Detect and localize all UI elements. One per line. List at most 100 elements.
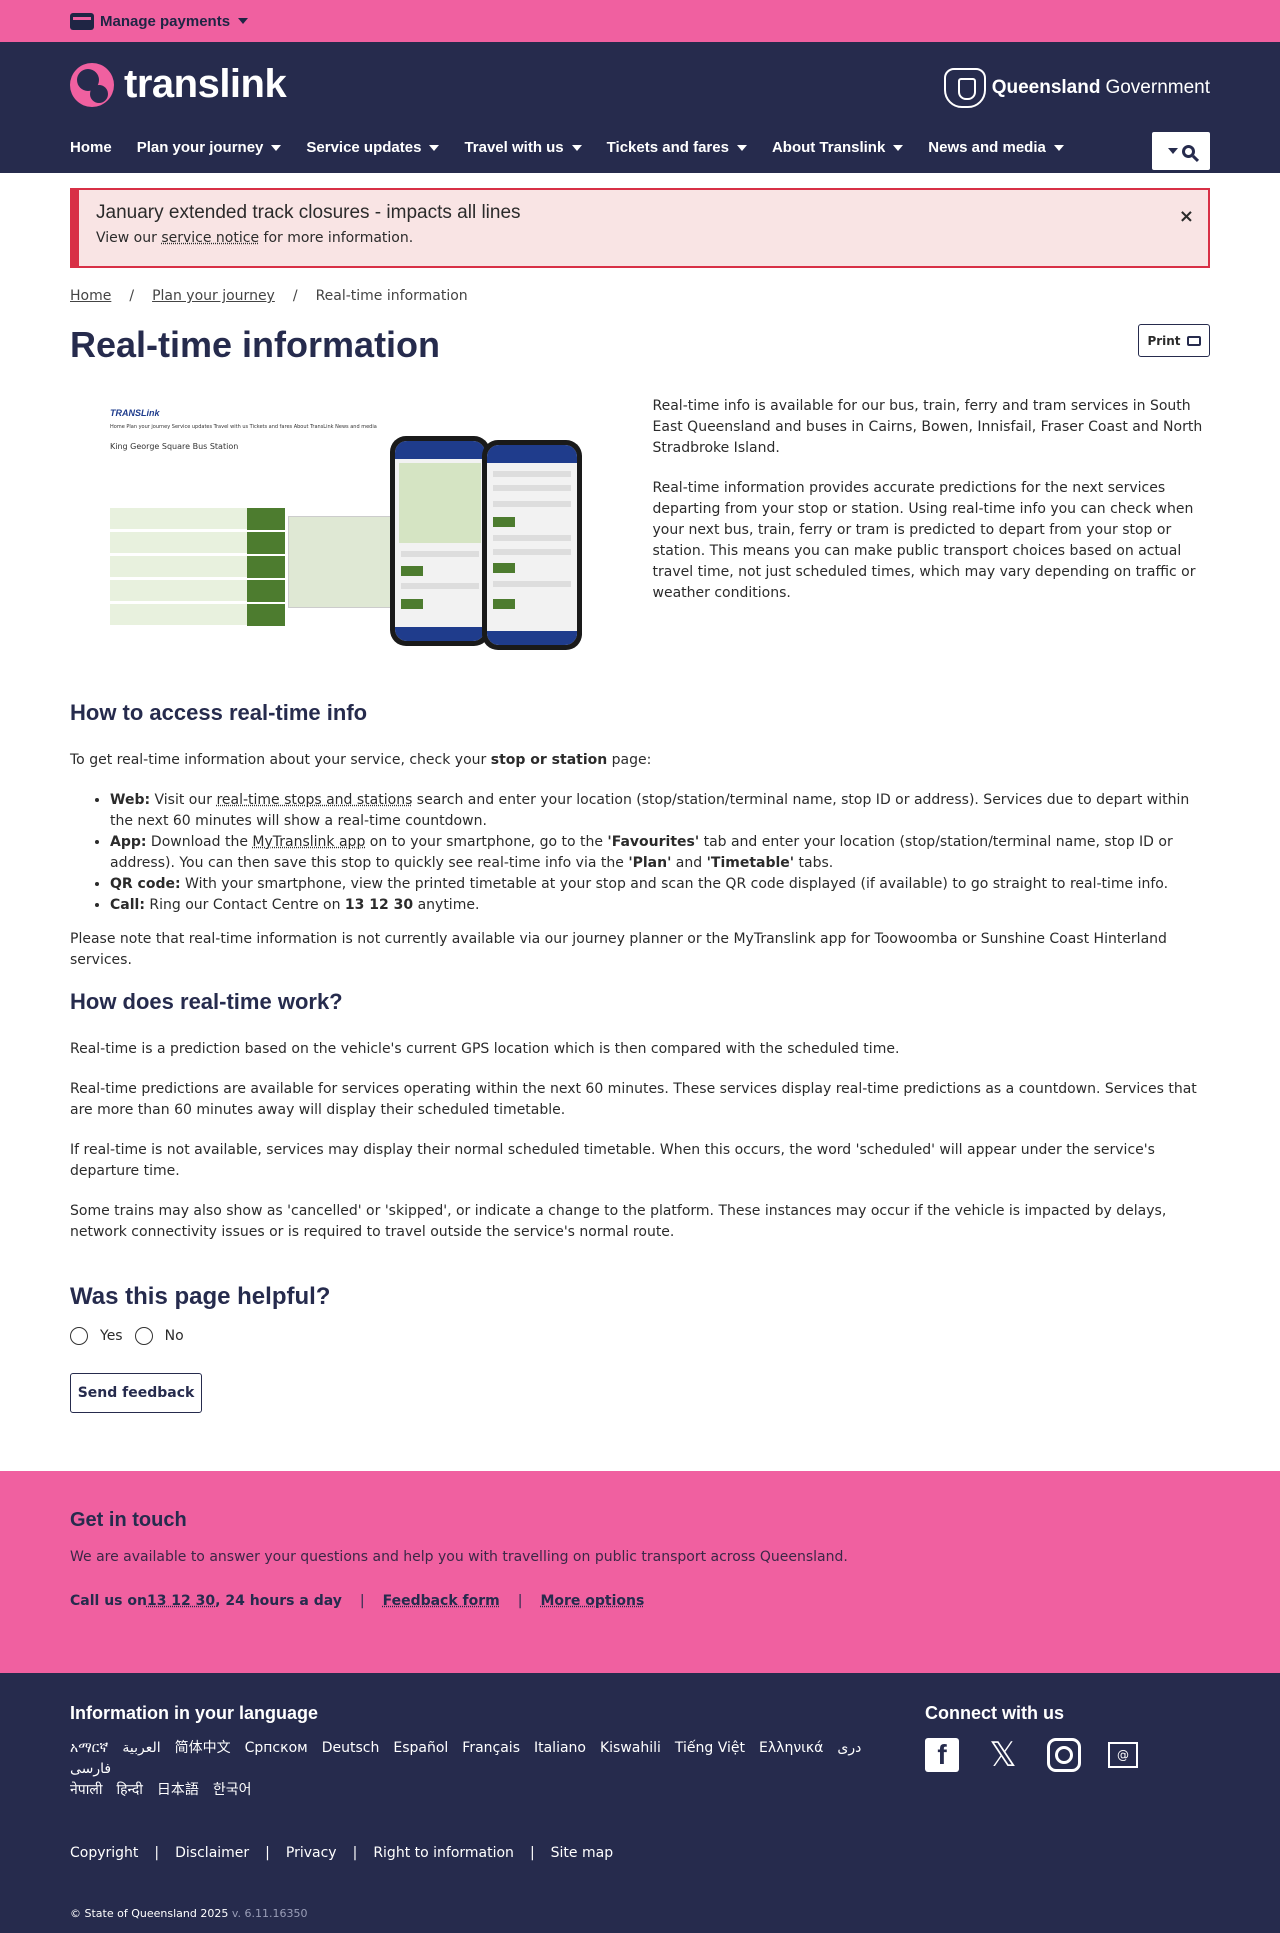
text: With your smartphone, view the printed t… [181, 876, 1168, 892]
print-button[interactable]: Print [1138, 324, 1210, 357]
intro-text: Real-time info is available for our bus,… [653, 396, 1210, 652]
phone-line [493, 535, 571, 541]
language-link[interactable]: Kiswahili [600, 1738, 661, 1759]
language-link[interactable]: Deutsch [322, 1738, 380, 1759]
language-link[interactable]: 日本語 [157, 1780, 199, 1801]
breadcrumb-current: Real-time information [316, 288, 468, 304]
language-link[interactable]: Italiano [534, 1738, 586, 1759]
copyright-line: © State of Queensland 2025 v. 6.11.16350 [70, 1907, 1210, 1920]
get-in-touch-heading: Get in touch [70, 1509, 1210, 1532]
list-item-web: Web: Visit our real-time stops and stati… [110, 790, 1210, 832]
language-link[interactable]: فارسی [70, 1759, 111, 1780]
send-feedback-button[interactable]: Send feedback [70, 1373, 202, 1413]
preview-row [110, 508, 285, 530]
preview-nav: Home Plan your journey Service updates T… [110, 424, 410, 430]
feedback-form-link[interactable]: Feedback form [383, 1593, 500, 1609]
copyright-link[interactable]: Copyright [70, 1845, 138, 1861]
social-links: f 𝕏 @ [925, 1738, 1165, 1772]
chevron-down-icon [737, 145, 747, 151]
language-link[interactable]: Français [462, 1738, 520, 1759]
phone-line [493, 501, 571, 507]
phone-tag [401, 566, 423, 576]
print-label: Print [1147, 334, 1180, 348]
real-time-screenshot-image: TRANSLink Home Plan your journey Service… [70, 396, 623, 652]
language-link[interactable]: Tiếng Việt [675, 1738, 745, 1759]
nav-service-updates[interactable]: Service updates [306, 139, 439, 156]
separator: | [530, 1845, 535, 1861]
works-paragraph: Real-time predictions are available for … [70, 1079, 1210, 1121]
service-notice-link[interactable]: service notice [161, 230, 259, 246]
item-label: App: [110, 834, 146, 850]
phone-header [487, 445, 577, 463]
real-time-stops-link[interactable]: real-time stops and stations [216, 792, 412, 808]
feedback-heading: Was this page helpful? [70, 1283, 1210, 1311]
breadcrumb-plan-your-journey[interactable]: Plan your journey [152, 288, 275, 304]
facebook-icon[interactable]: f [925, 1738, 959, 1772]
privacy-link[interactable]: Privacy [286, 1845, 337, 1861]
x-icon[interactable]: 𝕏 [986, 1738, 1020, 1772]
language-link[interactable]: 한국어 [213, 1780, 252, 1801]
language-link[interactable]: हिन्दी [116, 1780, 142, 1801]
works-paragraph: Real-time is a prediction based on the v… [70, 1039, 1210, 1060]
access-lead: To get real-time information about your … [70, 750, 1210, 771]
manage-payments-menu[interactable]: Manage payments [70, 13, 248, 30]
mytranslink-app-link[interactable]: MyTranslink app [252, 834, 365, 850]
search-button[interactable] [1152, 132, 1210, 170]
language-link[interactable]: Српском [245, 1738, 308, 1759]
get-in-touch-text: We are available to answer your question… [70, 1549, 1210, 1565]
nav-label: Tickets and fares [607, 139, 729, 156]
nav-label: Home [70, 139, 112, 156]
chevron-down-icon [271, 145, 281, 151]
no-radio[interactable] [135, 1327, 153, 1345]
works-paragraph: Some trains may also show as 'cancelled'… [70, 1201, 1210, 1243]
phone-header [395, 441, 485, 459]
language-link[interactable]: دری [837, 1738, 861, 1759]
breadcrumb: Home / Plan your journey / Real-time inf… [70, 288, 1210, 304]
list-item-app: App: Download the MyTranslink app on to … [110, 832, 1210, 874]
language-link[interactable]: አማርኛ [70, 1738, 108, 1759]
nav-home[interactable]: Home [70, 139, 112, 156]
breadcrumb-home[interactable]: Home [70, 288, 111, 304]
version-text: v. 6.11.16350 [232, 1907, 308, 1920]
call-hours: , 24 hours a day [215, 1593, 342, 1609]
nav-travel-with-us[interactable]: Travel with us [464, 139, 581, 156]
more-options-link[interactable]: More options [540, 1593, 644, 1609]
title-row: Real-time information Print [70, 324, 1210, 374]
intro-paragraph: Real-time info is available for our bus,… [653, 396, 1210, 459]
phone-link[interactable]: 13 12 30 [147, 1593, 215, 1609]
yes-radio[interactable] [70, 1327, 88, 1345]
nav-tickets-and-fares[interactable]: Tickets and fares [607, 139, 747, 156]
language-link[interactable]: Ελληνικά [759, 1738, 823, 1759]
item-label: Call: [110, 897, 145, 913]
gov-name-bold: Queensland [992, 77, 1101, 99]
email-icon[interactable]: @ [1108, 1742, 1138, 1768]
yes-label: Yes [100, 1328, 123, 1344]
text: Download the [146, 834, 252, 850]
close-icon[interactable]: × [1179, 206, 1194, 227]
disclaimer-link[interactable]: Disclaimer [175, 1845, 249, 1861]
language-link[interactable]: नेपाली [70, 1780, 102, 1801]
nav-about-translink[interactable]: About Translink [772, 139, 903, 156]
site-map-link[interactable]: Site map [551, 1845, 613, 1861]
phone-line [493, 471, 571, 477]
feedback-section: Was this page helpful? Yes No Send feedb… [70, 1283, 1210, 1413]
logo-text: translink [124, 62, 286, 107]
language-link[interactable]: 简体中文 [175, 1738, 231, 1759]
phone-map [399, 463, 481, 543]
translink-logo[interactable]: translink [70, 62, 286, 107]
printer-icon [1187, 336, 1201, 346]
preview-departure [247, 604, 285, 626]
right-to-information-link[interactable]: Right to information [373, 1845, 514, 1861]
phone-tabbar [487, 631, 577, 645]
nav-news-and-media[interactable]: News and media [928, 139, 1064, 156]
phone-mockup [482, 440, 582, 650]
queensland-government-logo[interactable]: Queensland Government [944, 68, 1210, 108]
text: To get real-time information about your … [70, 752, 491, 768]
connect-section: Connect with us f 𝕏 @ [925, 1703, 1165, 1772]
language-link[interactable]: العربية [122, 1738, 160, 1759]
language-link[interactable]: Español [393, 1738, 448, 1759]
instagram-icon[interactable] [1047, 1738, 1081, 1772]
nav-plan-your-journey[interactable]: Plan your journey [137, 139, 282, 156]
coat-of-arms-icon [944, 68, 986, 108]
preview-logo: TRANSLink [110, 408, 410, 418]
